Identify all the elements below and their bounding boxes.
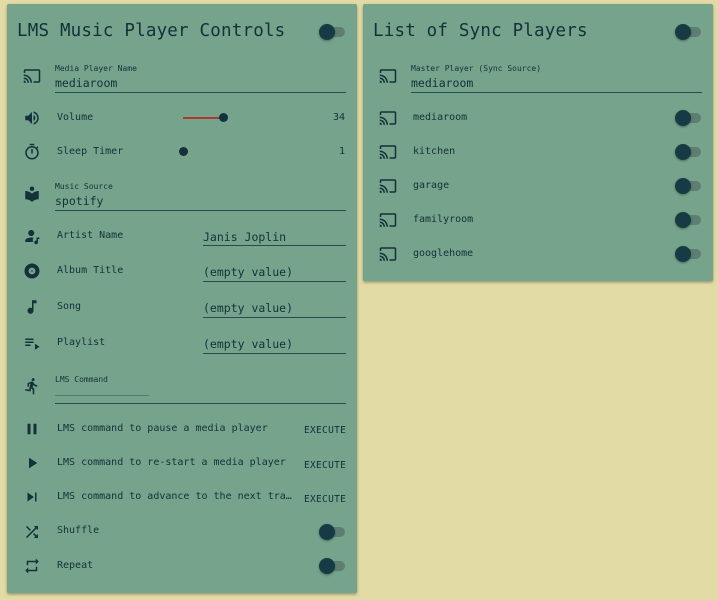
sync-player-label: mediaroom <box>413 112 468 123</box>
playlist-icon <box>23 334 41 352</box>
master-player-caption: Master Player (Sync Source) <box>411 64 542 73</box>
cast-icon <box>379 177 397 195</box>
volume-icon <box>23 109 41 127</box>
song-input[interactable]: (empty value) <box>203 301 293 315</box>
account-music-icon <box>23 227 41 245</box>
pause-icon <box>23 420 41 438</box>
sleep-timer-slider[interactable] <box>179 144 327 158</box>
playlist-input[interactable]: (empty value) <box>203 337 293 351</box>
music-source-caption: Music Source <box>55 182 113 191</box>
sync-player-toggle[interactable] <box>675 110 703 126</box>
artist-label: Artist Name <box>57 230 124 241</box>
cast-icon <box>379 211 397 229</box>
sync-player-toggle[interactable] <box>675 178 703 194</box>
playlist-label: Playlist <box>57 337 106 348</box>
next-command-label: LMS command to advance to the next tra… <box>57 491 292 502</box>
shuffle-toggle[interactable] <box>319 524 347 540</box>
next-execute-button[interactable]: EXECUTE <box>304 494 346 505</box>
controls-card-toggle[interactable] <box>319 24 347 40</box>
album-label: Album Title <box>57 265 124 276</box>
media-player-caption: Media Player Name <box>55 64 137 73</box>
card-title: LMS Music Player Controls <box>17 21 286 41</box>
album-underline <box>203 281 346 282</box>
sleep-timer-label: Sleep Timer <box>57 146 124 157</box>
repeat-icon <box>23 557 41 575</box>
sync-player-toggle[interactable] <box>675 246 703 262</box>
pause-command-label: LMS command to pause a media player <box>57 423 268 434</box>
lms-command-input[interactable]: ___________________ <box>55 387 149 397</box>
sync-player-toggle[interactable] <box>675 212 703 228</box>
music-source-underline <box>55 210 346 211</box>
sync-players-card: List of Sync Players Master Player (Sync… <box>363 4 713 281</box>
repeat-label: Repeat <box>57 560 94 571</box>
volume-slider-fill <box>183 117 223 119</box>
card-title: List of Sync Players <box>373 21 588 41</box>
restart-execute-button[interactable]: EXECUTE <box>304 460 346 471</box>
sync-player-label: familyroom <box>413 214 474 225</box>
cast-icon <box>379 109 397 127</box>
sleep-timer-slider-thumb[interactable] <box>179 147 188 156</box>
skip-next-icon <box>23 488 41 506</box>
sync-player-label: kitchen <box>413 146 456 157</box>
cast-icon <box>379 67 397 85</box>
sync-player-label: googlehome <box>413 248 474 259</box>
artist-underline <box>203 245 346 246</box>
pause-execute-button[interactable]: EXECUTE <box>304 425 346 436</box>
shuffle-icon <box>23 523 41 541</box>
sync-player-toggle[interactable] <box>675 144 703 160</box>
volume-value: 34 <box>332 112 345 123</box>
playlist-underline <box>203 353 346 354</box>
song-underline <box>203 317 346 318</box>
restart-command-label: LMS command to re-start a media player <box>57 457 286 468</box>
run-icon <box>23 377 41 395</box>
media-player-underline <box>55 92 346 93</box>
sync-card-toggle[interactable] <box>675 24 703 40</box>
book-music-icon <box>23 185 41 203</box>
master-player-underline <box>411 92 702 93</box>
song-label: Song <box>57 301 82 312</box>
shuffle-label: Shuffle <box>57 525 100 536</box>
repeat-toggle[interactable] <box>319 558 347 574</box>
volume-label: Volume <box>57 112 94 123</box>
play-icon <box>23 454 41 472</box>
album-icon <box>23 262 41 280</box>
volume-slider-thumb[interactable] <box>219 113 228 122</box>
media-player-input[interactable]: mediaroom <box>55 76 117 90</box>
music-source-input[interactable]: spotify <box>55 194 103 208</box>
sync-player-label: garage <box>413 180 450 191</box>
artist-input[interactable]: Janis Joplin <box>203 230 286 244</box>
cast-icon <box>379 143 397 161</box>
master-player-input[interactable]: mediaroom <box>411 76 473 90</box>
music-player-controls-card: LMS Music Player Controls Media Player N… <box>7 4 357 593</box>
timer-icon <box>23 143 41 161</box>
cast-icon <box>23 67 41 85</box>
music-note-icon <box>23 298 41 316</box>
album-input[interactable]: (empty value) <box>203 265 293 279</box>
cast-icon <box>379 245 397 263</box>
volume-slider[interactable] <box>183 110 327 124</box>
lms-command-underline <box>55 403 346 404</box>
lms-command-caption: LMS Command <box>55 375 108 384</box>
sleep-timer-value: 1 <box>338 146 345 157</box>
